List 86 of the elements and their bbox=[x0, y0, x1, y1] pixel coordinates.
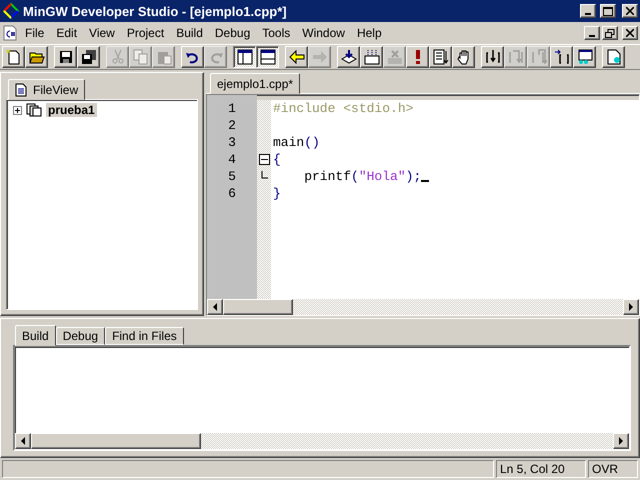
left-arrow-icon bbox=[288, 49, 304, 65]
menu-item[interactable]: Project bbox=[122, 26, 170, 40]
menu-item[interactable]: Tools bbox=[257, 26, 296, 40]
document-icon bbox=[606, 49, 622, 65]
code-text: () bbox=[304, 135, 320, 150]
line-number: 4 bbox=[228, 152, 236, 167]
minimize-button[interactable] bbox=[584, 26, 600, 40]
scroll-right-button[interactable] bbox=[623, 299, 639, 315]
menu-item[interactable]: File bbox=[20, 26, 50, 40]
close-icon bbox=[626, 7, 634, 15]
left-pane-icon bbox=[236, 49, 252, 65]
project-icon bbox=[26, 103, 42, 117]
right-arrow-icon bbox=[312, 49, 328, 65]
expand-icon[interactable] bbox=[13, 106, 22, 114]
left-arrow-icon bbox=[20, 437, 26, 445]
document-icon bbox=[15, 82, 27, 96]
step-into-icon bbox=[484, 49, 500, 65]
code-text: #include <stdio.h> bbox=[273, 101, 414, 116]
save-all-icon bbox=[80, 49, 96, 65]
horizontal-scrollbar[interactable] bbox=[207, 299, 639, 315]
clipboard-icon bbox=[156, 49, 172, 65]
code-text: "Hola" bbox=[358, 169, 406, 184]
menu-item[interactable]: View bbox=[84, 26, 120, 40]
close-icon bbox=[626, 29, 634, 37]
file-tab[interactable]: ejemplo1.cpp* bbox=[210, 73, 300, 94]
menu-item[interactable]: Help bbox=[352, 26, 387, 40]
close-button[interactable] bbox=[622, 4, 638, 18]
restore-button[interactable] bbox=[602, 26, 618, 40]
save-icon bbox=[58, 49, 74, 65]
output-tab[interactable]: Debug bbox=[56, 327, 106, 345]
overwrite-mode: OVR bbox=[588, 460, 638, 478]
code-editor[interactable]: #include <stdio.h> main() { printf("Hola"); } bbox=[271, 100, 639, 299]
fold-icon[interactable] bbox=[258, 154, 270, 165]
code-text: { bbox=[273, 152, 281, 167]
window-title: MinGW Developer Studio - [ejemplo1.cpp*] bbox=[23, 4, 288, 18]
code-text: printf bbox=[303, 169, 352, 184]
document-arrow-icon bbox=[432, 49, 448, 65]
scissors-icon bbox=[110, 49, 126, 65]
menu-item[interactable]: Build bbox=[171, 26, 208, 40]
menu-item[interactable]: Debug bbox=[210, 26, 256, 40]
line-number: 6 bbox=[228, 186, 236, 201]
close-button[interactable] bbox=[622, 26, 638, 40]
output-tab[interactable]: Find in Files bbox=[105, 327, 184, 345]
menu-item[interactable]: Window bbox=[297, 26, 350, 40]
left-arrow-icon bbox=[212, 303, 218, 311]
line-number: 3 bbox=[228, 135, 236, 150]
menu-item[interactable]: Edit bbox=[51, 26, 82, 40]
restore-icon bbox=[605, 28, 615, 38]
scroll-thumb[interactable] bbox=[223, 299, 293, 315]
minimize-button[interactable] bbox=[580, 4, 596, 18]
maximize-icon bbox=[603, 6, 613, 16]
line-number: 1 bbox=[228, 101, 236, 116]
output-tab[interactable]: Build bbox=[15, 325, 56, 346]
code-text: main bbox=[273, 135, 304, 150]
tree-item[interactable]: prueba1 bbox=[46, 103, 97, 117]
compile-icon bbox=[340, 49, 356, 65]
bottom-pane-icon bbox=[260, 49, 276, 65]
line-number: 2 bbox=[228, 118, 236, 133]
step-out-icon bbox=[530, 49, 546, 65]
exclamation-icon bbox=[416, 50, 420, 64]
code-text: } bbox=[273, 186, 281, 201]
run-to-cursor-icon bbox=[554, 49, 570, 65]
new-file-icon bbox=[6, 49, 22, 65]
app-logo-icon bbox=[3, 3, 19, 19]
toolbar-button[interactable] bbox=[233, 46, 256, 68]
right-arrow-icon bbox=[628, 303, 634, 311]
hand-icon bbox=[456, 49, 472, 65]
glasses-icon bbox=[576, 49, 592, 65]
scroll-thumb[interactable] bbox=[31, 433, 201, 449]
code-text: ( bbox=[351, 169, 359, 184]
cursor-position: Ln 5, Col 20 bbox=[496, 460, 586, 478]
right-arrow-icon bbox=[618, 437, 624, 445]
document-icon bbox=[2, 25, 18, 41]
maximize-button[interactable] bbox=[600, 4, 616, 18]
line-number: 5 bbox=[228, 169, 236, 184]
panel-tab[interactable]: FileView bbox=[8, 79, 86, 100]
code-text: ); bbox=[406, 169, 422, 184]
scroll-left-button[interactable] bbox=[15, 433, 31, 449]
scroll-right-button[interactable] bbox=[613, 433, 629, 449]
step-over-icon bbox=[508, 49, 524, 65]
scroll-left-button[interactable] bbox=[207, 299, 223, 315]
horizontal-scrollbar[interactable] bbox=[15, 433, 629, 449]
build-icon bbox=[364, 49, 380, 65]
copy-icon bbox=[132, 49, 148, 65]
toolbar-button[interactable] bbox=[256, 46, 279, 68]
stop-build-icon bbox=[386, 49, 402, 65]
